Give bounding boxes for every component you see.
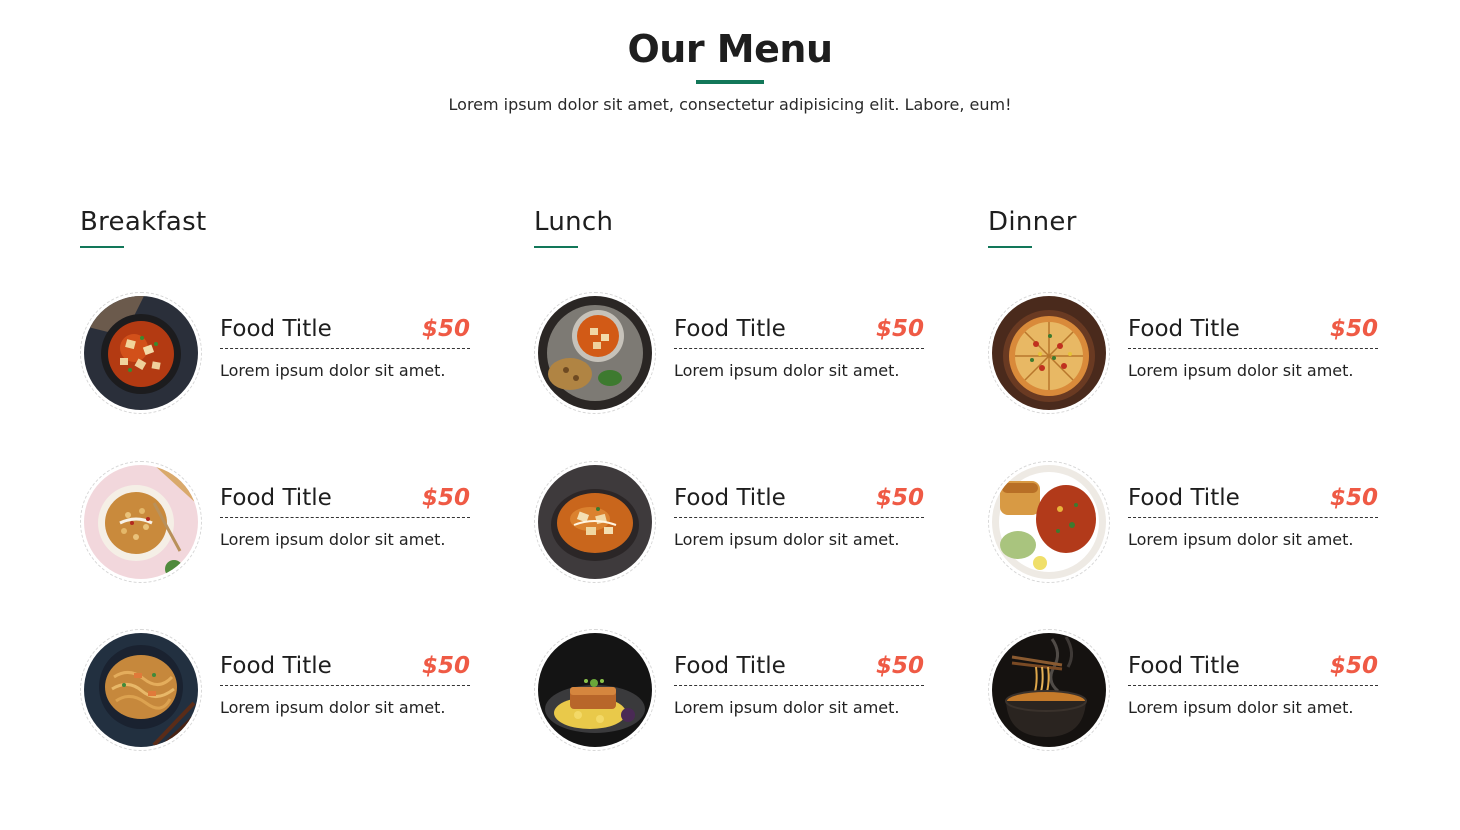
food-title: Food Title	[1128, 653, 1240, 679]
food-info: Food Title $50 Lorem ipsum dolor sit ame…	[220, 651, 470, 718]
food-price: $50	[421, 485, 470, 511]
food-price: $50	[1329, 653, 1378, 679]
food-description: Lorem ipsum dolor sit amet.	[220, 698, 446, 717]
food-heading-row: Food Title $50	[1128, 651, 1378, 686]
food-title: Food Title	[674, 653, 786, 679]
food-info: Food Title $50 Lorem ipsum dolor sit ame…	[220, 314, 470, 381]
food-price: $50	[421, 653, 470, 679]
food-title: Food Title	[1128, 316, 1240, 342]
food-heading-row: Food Title $50	[674, 314, 924, 349]
food-info: Food Title $50 Lorem ipsum dolor sit ame…	[674, 483, 924, 550]
menu-item[interactable]: Food Title $50 Lorem ipsum dolor sit ame…	[534, 292, 929, 414]
food-heading-row: Food Title $50	[220, 651, 470, 686]
menu-item[interactable]: Food Title $50 Lorem ipsum dolor sit ame…	[80, 629, 475, 751]
menu-item[interactable]: Food Title $50 Lorem ipsum dolor sit ame…	[80, 292, 475, 414]
food-info: Food Title $50 Lorem ipsum dolor sit ame…	[674, 314, 924, 381]
food-image-frame	[80, 461, 202, 583]
noodles-plate-image	[84, 633, 198, 747]
food-price: $50	[1329, 485, 1378, 511]
food-image-frame	[534, 461, 656, 583]
food-image-frame	[80, 629, 202, 751]
food-image-frame	[988, 629, 1110, 751]
food-price: $50	[875, 485, 924, 511]
food-heading-row: Food Title $50	[1128, 314, 1378, 349]
menu-item[interactable]: Food Title $50 Lorem ipsum dolor sit ame…	[534, 461, 929, 583]
food-info: Food Title $50 Lorem ipsum dolor sit ame…	[1128, 483, 1378, 550]
food-image-frame	[988, 461, 1110, 583]
menu-header: Our Menu Lorem ipsum dolor sit amet, con…	[0, 26, 1460, 115]
category-underline	[988, 246, 1032, 248]
butter-paneer-image	[538, 465, 652, 579]
food-description: Lorem ipsum dolor sit amet.	[1128, 530, 1354, 549]
food-heading-row: Food Title $50	[220, 483, 470, 518]
category-underline	[80, 246, 124, 248]
food-info: Food Title $50 Lorem ipsum dolor sit ame…	[220, 483, 470, 550]
category-dinner: Dinner Food Title $50 Lorem ipsum dolor …	[988, 206, 1383, 751]
category-title: Dinner	[988, 207, 1077, 237]
food-description: Lorem ipsum dolor sit amet.	[220, 361, 446, 380]
food-title: Food Title	[220, 653, 332, 679]
title-underline	[696, 80, 764, 84]
food-title: Food Title	[674, 316, 786, 342]
food-price: $50	[421, 316, 470, 342]
food-image-frame	[534, 292, 656, 414]
food-info: Food Title $50 Lorem ipsum dolor sit ame…	[674, 651, 924, 718]
food-price: $50	[875, 316, 924, 342]
food-title: Food Title	[674, 485, 786, 511]
food-description: Lorem ipsum dolor sit amet.	[674, 698, 900, 717]
menu-item[interactable]: Food Title $50 Lorem ipsum dolor sit ame…	[80, 461, 475, 583]
food-description: Lorem ipsum dolor sit amet.	[674, 361, 900, 380]
category-underline	[534, 246, 578, 248]
food-description: Lorem ipsum dolor sit amet.	[1128, 698, 1354, 717]
page-title: Our Menu	[627, 27, 833, 71]
pav-bhaji-image	[992, 465, 1106, 579]
food-title: Food Title	[1128, 485, 1240, 511]
paneer-thali-image	[538, 296, 652, 410]
food-image-frame	[534, 629, 656, 751]
menu-item[interactable]: Food Title $50 Lorem ipsum dolor sit ame…	[988, 292, 1383, 414]
category-lunch: Lunch Food Title $50 Lorem ipsum dolor s…	[534, 206, 929, 751]
category-breakfast: Breakfast Food Title $50 Lorem ipsum dol…	[80, 206, 475, 751]
food-heading-row: Food Title $50	[674, 483, 924, 518]
food-heading-row: Food Title $50	[220, 314, 470, 349]
food-price: $50	[875, 653, 924, 679]
food-description: Lorem ipsum dolor sit amet.	[220, 530, 446, 549]
food-title: Food Title	[220, 485, 332, 511]
category-title: Lunch	[534, 207, 614, 237]
food-price: $50	[1329, 316, 1378, 342]
chana-bowl-image	[84, 465, 198, 579]
page-subtitle: Lorem ipsum dolor sit amet, consectetur …	[448, 95, 1012, 114]
ramen-bowl-image	[992, 633, 1106, 747]
food-description: Lorem ipsum dolor sit amet.	[1128, 361, 1354, 380]
menu-item[interactable]: Food Title $50 Lorem ipsum dolor sit ame…	[988, 461, 1383, 583]
pizza-image	[992, 296, 1106, 410]
food-image-frame	[80, 292, 202, 414]
menu-item[interactable]: Food Title $50 Lorem ipsum dolor sit ame…	[988, 629, 1383, 751]
food-description: Lorem ipsum dolor sit amet.	[674, 530, 900, 549]
food-info: Food Title $50 Lorem ipsum dolor sit ame…	[1128, 314, 1378, 381]
food-heading-row: Food Title $50	[674, 651, 924, 686]
grilled-fish-image	[538, 633, 652, 747]
category-title: Breakfast	[80, 207, 207, 237]
food-title: Food Title	[220, 316, 332, 342]
food-info: Food Title $50 Lorem ipsum dolor sit ame…	[1128, 651, 1378, 718]
menu-item[interactable]: Food Title $50 Lorem ipsum dolor sit ame…	[534, 629, 929, 751]
paneer-curry-bowl-image	[84, 296, 198, 410]
food-image-frame	[988, 292, 1110, 414]
food-heading-row: Food Title $50	[1128, 483, 1378, 518]
